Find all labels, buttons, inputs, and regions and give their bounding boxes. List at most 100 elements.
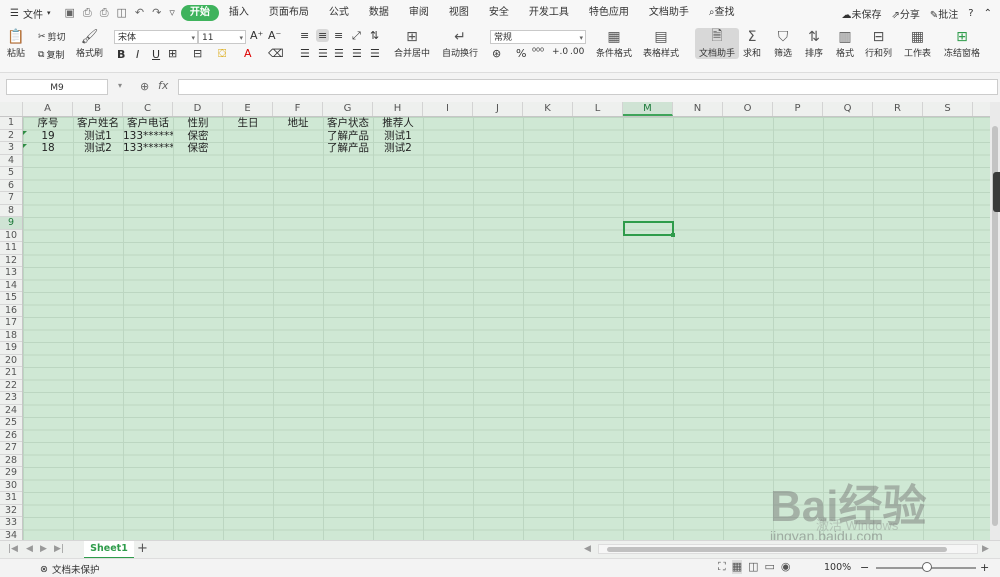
row-header-14[interactable]: 14 (0, 280, 22, 292)
first-sheet-icon[interactable]: |◀ (8, 544, 18, 554)
row-header-17[interactable]: 17 (0, 317, 22, 330)
table-cell[interactable]: 序号 (23, 117, 73, 130)
table-cell[interactable]: 地址 (273, 117, 323, 130)
font-color-button[interactable]: A (244, 47, 252, 60)
table-cell[interactable]: 推荐人 (373, 117, 423, 130)
fx-label[interactable]: fx (158, 79, 168, 92)
undo-icon[interactable]: ↶ (135, 6, 144, 20)
zoom-level[interactable]: 100% (824, 562, 851, 573)
table-cell[interactable]: 保密 (173, 130, 223, 143)
row-header-31[interactable]: 31 (0, 492, 22, 505)
row-header-1[interactable]: 1 (0, 117, 22, 130)
table-cell[interactable]: 18 (23, 142, 73, 155)
table-cell[interactable]: 客户状态 (323, 117, 373, 130)
align-top-button[interactable]: ≡ (300, 29, 309, 42)
help-button[interactable]: ? (968, 8, 973, 19)
tab-home[interactable]: 开始 (180, 5, 219, 21)
table-cell[interactable]: 133******* (123, 130, 173, 143)
table-cell[interactable]: 测试2 (73, 142, 123, 155)
search-button[interactable]: ⌕查找 (699, 0, 745, 26)
decrease-font-button[interactable]: A⁻ (268, 29, 281, 42)
row-header-2[interactable]: 2 (0, 130, 22, 142)
comment-button[interactable]: ✎批注 (930, 6, 958, 21)
format-button[interactable]: ▥ 格式 (835, 28, 855, 59)
collapse-icon[interactable]: ⌃ (984, 8, 992, 19)
column-header-s[interactable]: S (923, 102, 973, 116)
table-cell[interactable]: 测试2 (373, 142, 423, 155)
redo-icon[interactable]: ↷ (152, 6, 161, 20)
column-header-i[interactable]: I (423, 102, 473, 116)
sheet-tab-sheet1[interactable]: Sheet1 (84, 541, 134, 559)
number-format-select[interactable]: 常规 ▾ (490, 30, 586, 44)
row-header-22[interactable]: 22 (0, 380, 22, 392)
select-all-corner[interactable] (0, 102, 23, 116)
underline-button[interactable]: U (152, 48, 160, 61)
selected-cell[interactable] (623, 221, 675, 237)
row-header-9[interactable]: 9 (0, 217, 22, 230)
justify-button[interactable]: ☰ (352, 47, 362, 60)
save-icon[interactable]: ▣ (64, 6, 74, 20)
tab-developer[interactable]: 开发工具 (519, 0, 579, 26)
horizontal-scrollbar[interactable] (598, 544, 978, 554)
font-size-select[interactable]: 11 ▾ (198, 30, 246, 44)
row-header-29[interactable]: 29 (0, 467, 22, 480)
table-cell[interactable]: 测试1 (73, 130, 123, 143)
orientation-button[interactable]: ⇅ (370, 29, 379, 42)
row-header-11[interactable]: 11 (0, 242, 22, 255)
name-box-dropdown-icon[interactable]: ▾ (118, 81, 122, 90)
font-name-select[interactable]: 宋体 ▾ (114, 30, 198, 44)
more-icon[interactable]: ▿ (169, 6, 175, 20)
sort-button[interactable]: ⇅ 排序 (804, 28, 824, 59)
protect-status[interactable]: ⊗ 文档未保护 (40, 562, 99, 577)
filter-button[interactable]: ⛉ 筛选 (773, 28, 793, 59)
row-header-33[interactable]: 33 (0, 517, 22, 530)
fill-handle[interactable] (671, 233, 675, 237)
row-header-10[interactable]: 10 (0, 230, 22, 242)
zoom-slider-knob[interactable] (922, 562, 932, 572)
merge-center-button[interactable]: ⊞ 合并居中 (394, 28, 430, 59)
vertical-scrollbar[interactable] (990, 102, 1000, 542)
row-header-16[interactable]: 16 (0, 305, 22, 317)
tab-special[interactable]: 特色应用 (579, 0, 639, 26)
table-cell[interactable]: 133******* (123, 142, 173, 155)
eye-protect-icon[interactable]: ◉ (781, 560, 791, 574)
table-cell[interactable]: 客户姓名 (73, 117, 123, 130)
column-header-r[interactable]: R (873, 102, 923, 116)
column-header-h[interactable]: H (373, 102, 423, 116)
tab-page-layout[interactable]: 页面布局 (259, 0, 319, 26)
column-header-c[interactable]: C (123, 102, 173, 116)
tab-view[interactable]: 视图 (439, 0, 479, 26)
thousands-button[interactable]: ⁰⁰⁰ (532, 47, 544, 58)
row-header-7[interactable]: 7 (0, 192, 22, 205)
normal-view-icon[interactable]: ▦ (731, 560, 743, 574)
distribute-button[interactable]: ☰ (370, 47, 380, 60)
increase-decimal-button[interactable]: +.0 (552, 47, 568, 57)
fullscreen-icon[interactable]: ⛶ (718, 560, 726, 574)
row-header-26[interactable]: 26 (0, 430, 22, 442)
table-cell[interactable]: 19 (23, 130, 73, 143)
row-header-13[interactable]: 13 (0, 267, 22, 280)
worksheet-button[interactable]: ▦ 工作表 (904, 28, 931, 59)
row-header-28[interactable]: 28 (0, 455, 22, 467)
file-menu[interactable]: ☰ 文件 ▾ (0, 6, 58, 21)
tab-review[interactable]: 审阅 (399, 0, 439, 26)
share-button[interactable]: ⇗分享 (892, 6, 920, 21)
align-center-button[interactable]: ☰ (318, 47, 328, 60)
align-bottom-button[interactable]: ≡ (334, 29, 343, 42)
copy-button[interactable]: ⧉ 复制 (38, 48, 64, 62)
tab-formulas[interactable]: 公式 (319, 0, 359, 26)
page-layout-icon[interactable]: ◫ (748, 560, 758, 574)
table-cell[interactable]: 保密 (173, 142, 223, 155)
row-header-27[interactable]: 27 (0, 442, 22, 455)
table-cell[interactable]: 生日 (223, 117, 273, 130)
print-icon[interactable]: ⎙ (100, 6, 109, 20)
table-cell[interactable]: 了解产品 (323, 130, 373, 143)
column-header-j[interactable]: J (473, 102, 523, 116)
row-header-18[interactable]: 18 (0, 330, 22, 342)
table-cell[interactable]: 测试1 (373, 130, 423, 143)
border-button[interactable]: ⊞ (168, 47, 177, 60)
side-panel-tab[interactable] (993, 172, 1000, 212)
column-header-k[interactable]: K (523, 102, 573, 116)
prev-sheet-icon[interactable]: ◀ (26, 544, 33, 554)
row-header-6[interactable]: 6 (0, 180, 22, 192)
